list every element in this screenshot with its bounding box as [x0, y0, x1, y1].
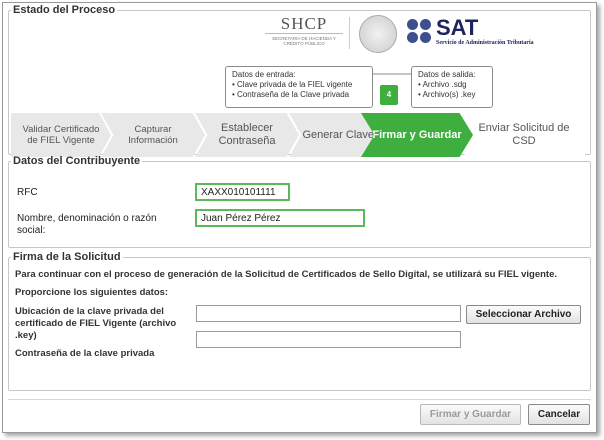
- cancel-button[interactable]: Cancelar: [528, 404, 590, 425]
- intro-text: Para continuar con el proceso de generac…: [15, 269, 557, 280]
- name-field[interactable]: [195, 209, 365, 227]
- step-validar: Validar Certificado de FIEL Vigente: [11, 113, 111, 157]
- name-label: Nombre, denominación o razón social:: [17, 213, 157, 236]
- step-establecer: Establecer Contraseña: [195, 113, 299, 157]
- select-file-button[interactable]: Seleccionar Archivo: [466, 305, 581, 324]
- logo-divider: [349, 17, 350, 49]
- main-window: Estado del Proceso SHCP SECRETARÍA DE HA…: [2, 2, 597, 433]
- key-location-input[interactable]: [196, 305, 461, 322]
- step-enviar: Enviar Solicitud de CSD: [463, 113, 585, 157]
- taxpayer-legend: Datos del Contribuyente: [13, 155, 141, 167]
- step-capturar: Capturar Información: [101, 113, 205, 157]
- password-input[interactable]: [196, 331, 461, 348]
- process-steps: Validar Certificado de FIEL Vigente Capt…: [11, 113, 591, 157]
- step-firmar: Firmar y Guardar: [361, 113, 473, 157]
- key-location-label: Ubicación de la clave privada del certif…: [15, 306, 177, 341]
- provide-data-text: Proporcione los siguientes datos:: [15, 287, 169, 298]
- input-data-box: Datos de entrada: • Clave privada de la …: [225, 66, 373, 108]
- sat-dots-icon: [407, 19, 433, 45]
- connector-line: [373, 73, 411, 75]
- output-data-box: Datos de salida: • Archivo .sdg • Archiv…: [411, 66, 493, 108]
- rfc-field[interactable]: [195, 183, 290, 201]
- password-label: Contraseña de la clave privada: [15, 348, 155, 359]
- sat-logo: SAT Servicio de Administración Tributari…: [436, 15, 534, 47]
- step-number-badge: 4: [380, 85, 398, 105]
- shcp-logo: SHCP SECRETARÍA DE HACIENDA Y CRÉDITO PÚ…: [265, 15, 343, 46]
- rfc-label: RFC: [17, 187, 38, 198]
- footer-divider: [8, 399, 591, 400]
- signature-legend: Firma de la Solicitud: [13, 251, 121, 263]
- sign-save-button[interactable]: Firmar y Guardar: [420, 404, 521, 425]
- mexico-seal-icon: [359, 15, 397, 53]
- process-status-legend: Estado del Proceso: [13, 4, 116, 16]
